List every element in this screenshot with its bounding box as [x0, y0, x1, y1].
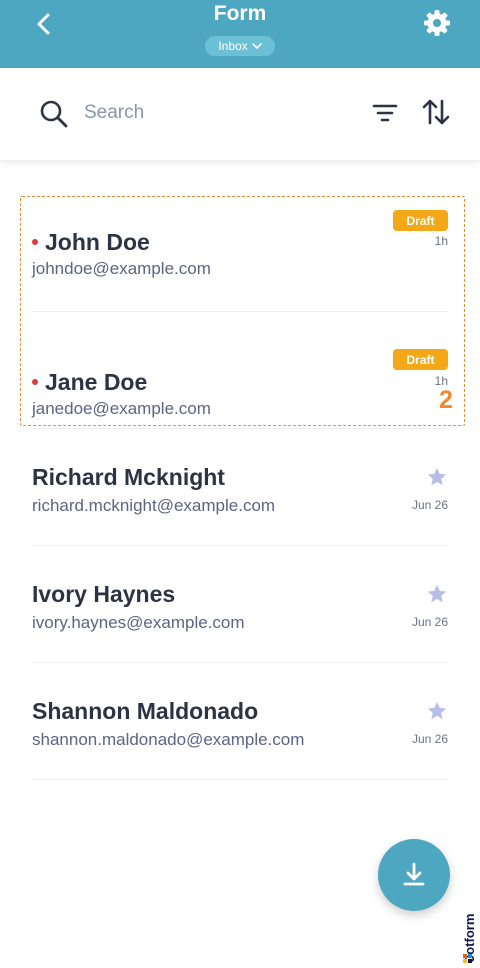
star-icon[interactable] — [426, 583, 448, 605]
draft-badge: Draft — [393, 210, 448, 231]
sort-icon[interactable] — [420, 96, 452, 128]
submitter-email: richard.mcknight@example.com — [32, 496, 276, 515]
list-item[interactable]: Ivory Haynes ivory.haynes@example.com Ju… — [32, 546, 448, 663]
submitter-name: Richard Mcknight — [32, 464, 225, 490]
step-number: 2 — [439, 386, 453, 414]
filter-icon[interactable] — [370, 98, 400, 128]
brand-logo: Jotform — [456, 892, 478, 963]
download-button[interactable] — [378, 839, 450, 911]
submitter-email: ivory.haynes@example.com — [32, 613, 245, 632]
star-icon[interactable] — [426, 466, 448, 488]
gear-icon — [424, 10, 450, 36]
app-header: Form Inbox — [0, 0, 480, 68]
list-item[interactable]: Shannon Maldonado shannon.maldonado@exam… — [32, 663, 448, 780]
star-icon[interactable] — [426, 700, 448, 722]
unread-indicator — [32, 379, 38, 385]
page-title: Form — [213, 2, 267, 25]
list-item[interactable]: Jane Doe janedoe@example.com Draft 1h — [32, 312, 448, 429]
submitter-email: shannon.maldonado@example.com — [32, 730, 305, 749]
submission-time: 1h — [434, 234, 448, 248]
logo-icon — [463, 954, 472, 963]
submitter-name: Jane Doe — [45, 369, 148, 395]
submitter-email: johndoe@example.com — [32, 259, 211, 278]
download-icon — [403, 862, 425, 886]
submitter-name: Ivory Haynes — [32, 581, 176, 607]
draft-badge: Draft — [393, 349, 448, 370]
settings-button[interactable] — [420, 6, 454, 40]
submission-date: Jun 26 — [411, 732, 448, 746]
submission-date: Jun 26 — [411, 615, 448, 629]
search-icon — [40, 100, 68, 128]
inbox-label: Inbox — [218, 39, 248, 53]
submitter-email: janedoe@example.com — [32, 399, 211, 418]
list-item[interactable]: Richard Mcknight richard.mcknight@exampl… — [32, 429, 448, 546]
submitter-name: Shannon Maldonado — [32, 698, 259, 724]
search-bar — [0, 68, 480, 160]
search-input[interactable] — [84, 96, 344, 130]
submission-date: Jun 26 — [411, 498, 448, 512]
submission-list: John Doe johndoe@example.com Draft 1h Ja… — [0, 196, 480, 780]
chevron-down-icon — [251, 43, 262, 50]
unread-indicator — [32, 239, 38, 245]
submitter-name: John Doe — [45, 229, 150, 255]
inbox-dropdown[interactable]: Inbox — [205, 36, 275, 56]
list-item[interactable]: John Doe johndoe@example.com Draft 1h — [32, 196, 448, 312]
brand-name: Jotform — [462, 913, 477, 962]
